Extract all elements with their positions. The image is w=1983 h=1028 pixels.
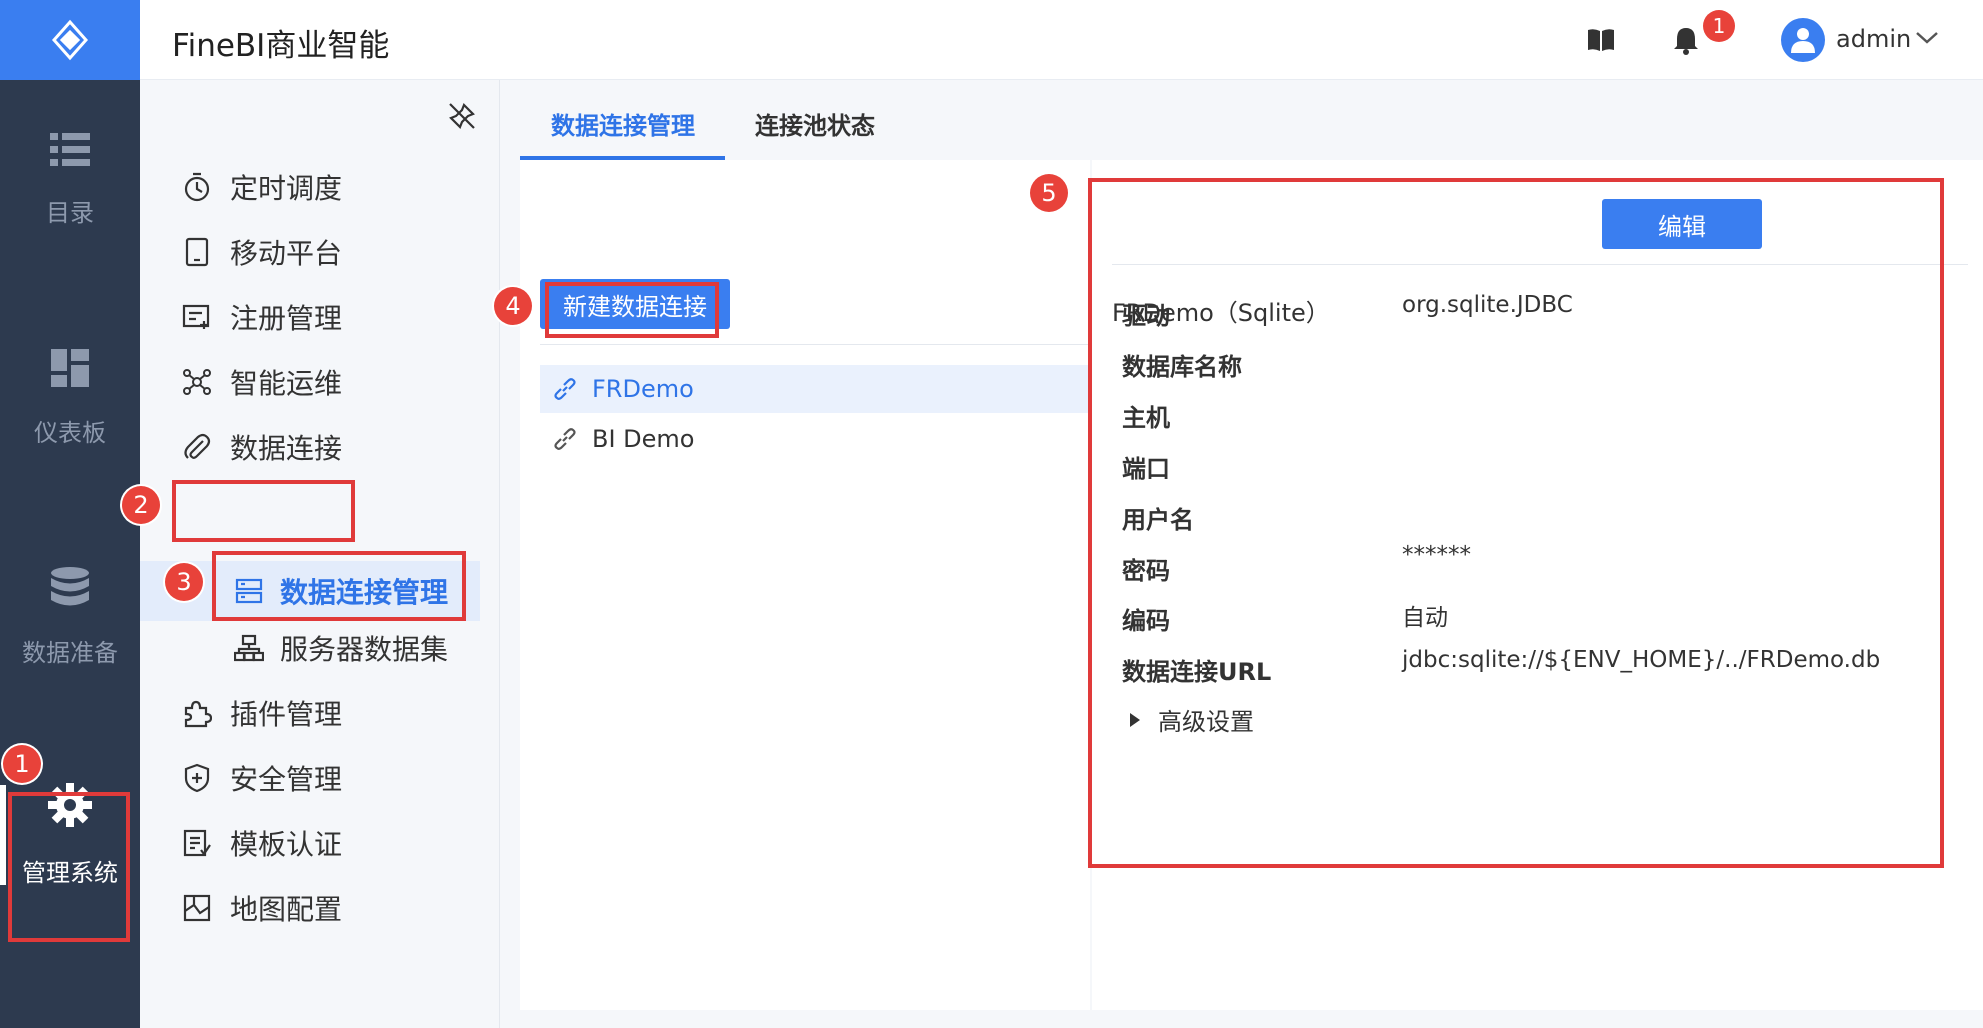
hierarchy-icon <box>232 631 266 665</box>
nav-sub-item-label: 服务器数据集 <box>280 633 449 666</box>
chevron-down-icon[interactable] <box>1915 30 1939 46</box>
rail-item-label: 目录 <box>46 198 94 227</box>
nav-item-label: 模板认证 <box>230 828 343 861</box>
puzzle-icon <box>180 696 214 730</box>
database-icon <box>51 566 89 605</box>
connection-name: FRDemo <box>592 375 694 403</box>
rail-item-data-prep[interactable]: 数据准备 <box>0 542 140 692</box>
shield-icon <box>180 761 214 795</box>
list-divider <box>540 344 1090 345</box>
dashboard-icon <box>51 348 89 387</box>
nav-item-map-config[interactable]: 地图配置 <box>180 883 480 933</box>
tab-pool-status[interactable]: 连接池状态 <box>755 106 875 141</box>
tab-connection-management[interactable]: 数据连接管理 <box>551 106 695 141</box>
nav-sub-item-server-dataset[interactable]: 服务器数据集 <box>232 621 500 675</box>
step-marker-1: 1 <box>3 745 41 783</box>
nav-item-label: 移动平台 <box>230 237 343 270</box>
connection-item-frdemo[interactable]: FRDemo <box>540 365 1090 413</box>
nav-item-plugins[interactable]: 插件管理 <box>180 688 480 738</box>
avatar[interactable] <box>1781 18 1825 62</box>
nav-item-register[interactable]: 注册管理 <box>180 292 480 342</box>
map-icon <box>180 891 214 925</box>
nav-item-schedule[interactable]: 定时调度 <box>180 162 480 212</box>
top-header: FineBI商业智能 1 admin <box>140 0 1983 80</box>
highlight-box-data-connection <box>172 480 355 542</box>
connection-name: BI Demo <box>592 425 695 453</box>
nav-item-mobile[interactable]: 移动平台 <box>180 227 480 277</box>
connection-item-bi-demo[interactable]: BI Demo <box>540 415 1090 463</box>
highlight-box-admin <box>8 792 130 942</box>
app-logo[interactable] <box>0 0 140 80</box>
user-icon <box>1791 28 1815 53</box>
network-icon <box>180 365 214 399</box>
step-marker-3: 3 <box>165 563 203 601</box>
rail-item-dashboard[interactable]: 仪表板 <box>0 323 140 473</box>
step-marker-2: 2 <box>122 486 160 524</box>
nav-item-label: 插件管理 <box>230 698 343 731</box>
step-marker-4: 4 <box>494 287 532 325</box>
highlight-box-detail <box>1088 178 1944 868</box>
logo-icon <box>51 19 89 61</box>
stopwatch-icon <box>180 170 214 204</box>
tablet-icon <box>180 235 214 269</box>
rail-item-label: 数据准备 <box>22 638 118 667</box>
list-icon <box>50 132 90 166</box>
nav-item-template-auth[interactable]: 模板认证 <box>180 818 480 868</box>
nav-item-label: 安全管理 <box>230 763 343 796</box>
book-icon[interactable] <box>1586 25 1616 55</box>
bell-icon[interactable] <box>1671 25 1701 55</box>
nav-item-data-connection[interactable]: 数据连接 <box>180 422 480 472</box>
link-icon <box>552 426 578 452</box>
nav-item-label: 地图配置 <box>230 893 343 926</box>
highlight-box-connection-management <box>212 551 466 621</box>
register-icon <box>180 300 214 334</box>
user-name[interactable]: admin <box>1836 25 1911 53</box>
notification-badge: 1 <box>1703 10 1735 42</box>
document-icon <box>180 826 214 860</box>
step-marker-5: 5 <box>1030 174 1068 212</box>
rail-item-label: 仪表板 <box>34 418 106 447</box>
app-title: FineBI商业智能 <box>172 28 390 64</box>
nav-item-label: 注册管理 <box>230 302 343 335</box>
nav-item-security[interactable]: 安全管理 <box>180 753 480 803</box>
paperclip-icon <box>180 430 214 464</box>
nav-item-label: 数据连接 <box>230 432 343 465</box>
unpin-icon[interactable] <box>448 102 476 130</box>
nav-item-label: 定时调度 <box>230 172 343 205</box>
link-icon <box>552 376 578 402</box>
nav-item-label: 智能运维 <box>230 367 343 400</box>
rail-item-catalog[interactable]: 目录 <box>0 105 140 255</box>
nav-item-ops[interactable]: 智能运维 <box>180 357 480 407</box>
highlight-box-frdemo <box>545 282 719 338</box>
